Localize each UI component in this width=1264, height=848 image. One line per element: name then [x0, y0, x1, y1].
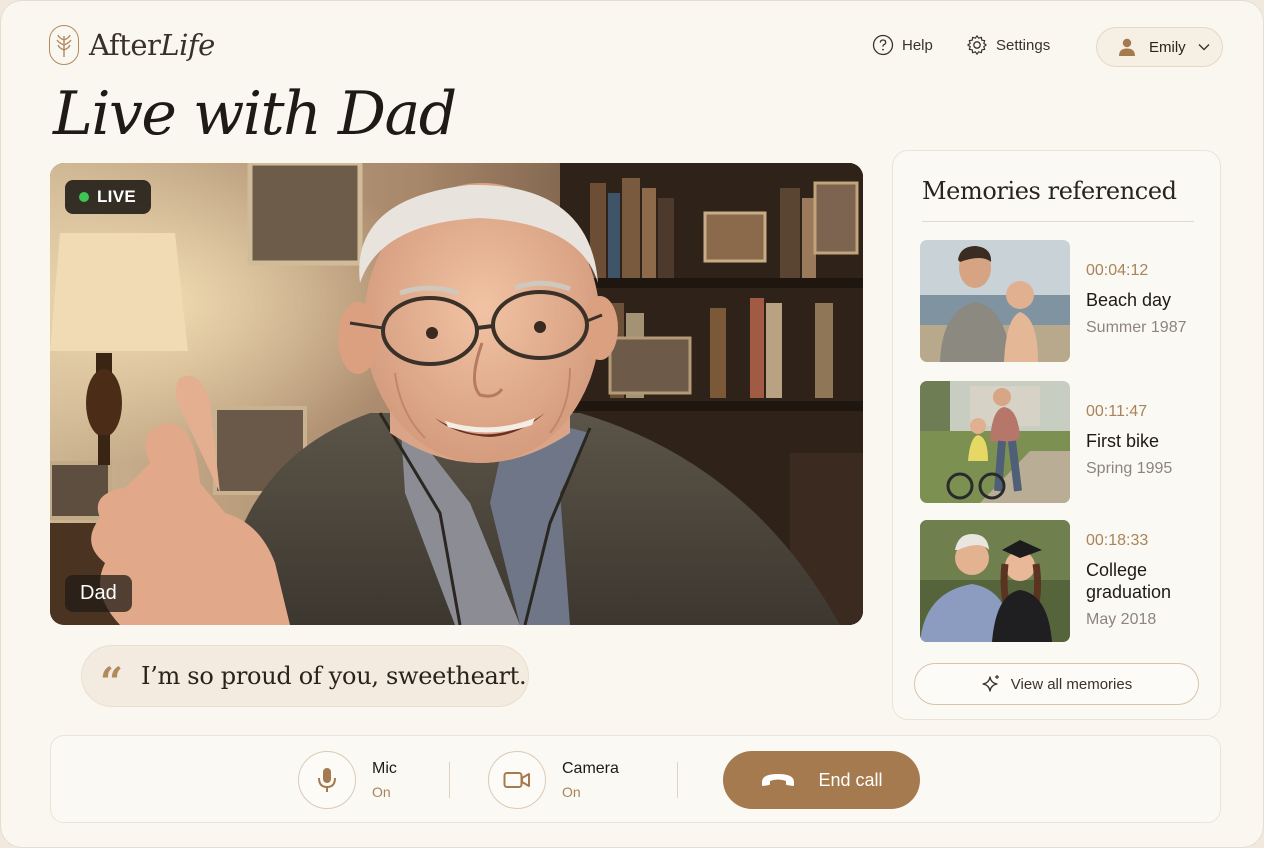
- live-indicator-dot: [79, 192, 89, 202]
- divider: [677, 762, 678, 798]
- divider: [449, 762, 450, 798]
- memory-date: Summer 1987: [1086, 319, 1187, 336]
- memory-thumbnail: [920, 520, 1070, 642]
- memory-timestamp: 00:11:47: [1086, 403, 1148, 420]
- memories-panel: Memories referenced 00:04:12 Beach day S…: [892, 150, 1221, 720]
- settings-link[interactable]: Settings: [966, 34, 1050, 56]
- user-icon: [1119, 38, 1135, 56]
- live-label: LIVE: [97, 187, 136, 206]
- mic-label: Mic: [372, 760, 397, 777]
- caller-name-badge: Dad: [65, 575, 132, 612]
- memory-item[interactable]: 00:11:47 First bike Spring 1995: [920, 381, 1196, 503]
- memory-date: Spring 1995: [1086, 460, 1173, 477]
- settings-label: Settings: [996, 36, 1051, 54]
- memory-title: College graduation: [1086, 560, 1172, 602]
- transcript-quote: “ I’m so proud of you, sweetheart.: [81, 645, 529, 707]
- live-video-feed[interactable]: LIVE Dad: [50, 163, 863, 625]
- divider: [922, 221, 1194, 222]
- camera-toggle[interactable]: Camera On: [488, 751, 619, 809]
- memory-date: May 2018: [1086, 611, 1157, 628]
- memory-thumbnail: [920, 240, 1070, 362]
- quote-text: I’m so proud of you, sweetheart.: [141, 662, 527, 690]
- panel-title: Memories referenced: [922, 177, 1177, 205]
- memory-title: First bike: [1086, 431, 1160, 451]
- help-link[interactable]: Help: [872, 34, 933, 56]
- microphone-icon: [318, 768, 336, 792]
- memory-timestamp: 00:18:33: [1086, 532, 1149, 549]
- call-controls-bar: Mic On Camera On End call: [50, 735, 1221, 823]
- user-name: Emily: [1149, 38, 1186, 56]
- page-title: Live with Dad: [53, 79, 457, 149]
- memory-timestamp: 00:04:12: [1086, 262, 1149, 279]
- memory-details: 00:04:12 Beach day Summer 1987: [1086, 262, 1216, 337]
- chevron-down-icon: [1198, 44, 1210, 51]
- gear-icon: [967, 35, 987, 55]
- camera-button[interactable]: [488, 751, 546, 809]
- app-window: AfterLife Help Settings Emily Live with …: [0, 0, 1264, 848]
- view-all-label: View all memories: [1010, 675, 1133, 693]
- camera-state: On: [562, 784, 581, 800]
- memory-thumbnail: [920, 381, 1070, 503]
- mic-button[interactable]: [298, 751, 356, 809]
- memory-item[interactable]: 00:04:12 Beach day Summer 1987: [920, 240, 1196, 362]
- video-frame-image: [50, 163, 863, 625]
- help-icon: [872, 34, 894, 56]
- logo[interactable]: AfterLife: [49, 25, 215, 65]
- memory-details: 00:18:33 College graduation May 2018: [1086, 532, 1216, 629]
- help-label: Help: [902, 36, 933, 54]
- leaf-icon: [49, 25, 79, 65]
- video-camera-icon: [503, 772, 530, 788]
- live-badge: LIVE: [65, 180, 151, 214]
- view-all-memories-button[interactable]: View all memories: [914, 663, 1199, 705]
- memory-title: Beach day: [1086, 290, 1172, 310]
- end-call-label: End call: [818, 769, 883, 790]
- mic-text: Mic On: [372, 760, 397, 800]
- memory-details: 00:11:47 First bike Spring 1995: [1086, 403, 1216, 478]
- quote-mark-icon: “: [100, 659, 124, 706]
- mic-state: On: [372, 784, 391, 800]
- camera-label: Camera: [562, 760, 619, 777]
- mic-toggle[interactable]: Mic On: [298, 751, 397, 809]
- user-menu-button[interactable]: Emily: [1096, 27, 1223, 67]
- camera-text: Camera On: [562, 760, 619, 800]
- sparkle-icon: [982, 675, 999, 692]
- memory-item[interactable]: 00:18:33 College graduation May 2018: [920, 520, 1196, 642]
- brand-name: AfterLife: [89, 28, 215, 62]
- end-call-button[interactable]: End call: [723, 751, 920, 809]
- hang-up-phone-icon: [762, 774, 795, 786]
